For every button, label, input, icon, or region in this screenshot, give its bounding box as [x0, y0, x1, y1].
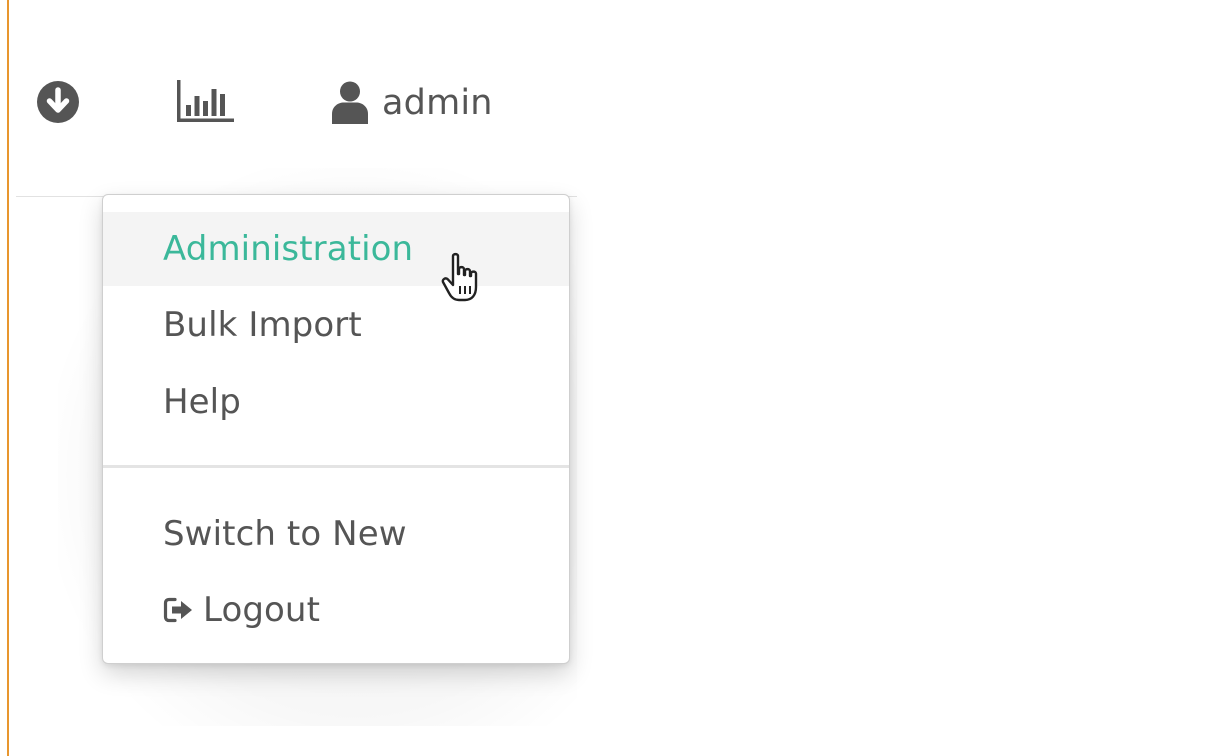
user-name: admin [382, 83, 493, 123]
sign-out-icon [163, 597, 195, 623]
menu-item-administration[interactable]: Administration [103, 212, 569, 286]
menu-item-label: Help [163, 382, 241, 422]
user-icon [332, 81, 368, 124]
bar-chart-icon [177, 80, 234, 122]
menu-item-label: Bulk Import [163, 305, 362, 345]
download-button[interactable] [36, 80, 80, 124]
right-blank-area [577, 150, 1212, 756]
menu-divider [103, 465, 569, 468]
download-circle-icon [37, 81, 79, 123]
menu-item-label: Switch to New [163, 514, 407, 554]
user-menu-toggle[interactable]: admin [330, 78, 493, 128]
menu-item-label: Administration [163, 229, 414, 269]
left-accent-border [7, 0, 9, 756]
menu-item-help[interactable]: Help [103, 365, 569, 439]
page: admin Administration Bulk Import Help Sw… [0, 0, 1212, 756]
user-dropdown-menu: Administration Bulk Import Help Switch t… [102, 194, 570, 664]
menu-item-switch-to-new[interactable]: Switch to New [103, 497, 569, 571]
menu-item-bulk-import[interactable]: Bulk Import [103, 288, 569, 362]
menu-item-label: Logout [203, 590, 321, 630]
stats-button[interactable] [172, 76, 238, 126]
menu-item-logout[interactable]: Logout [103, 573, 569, 647]
